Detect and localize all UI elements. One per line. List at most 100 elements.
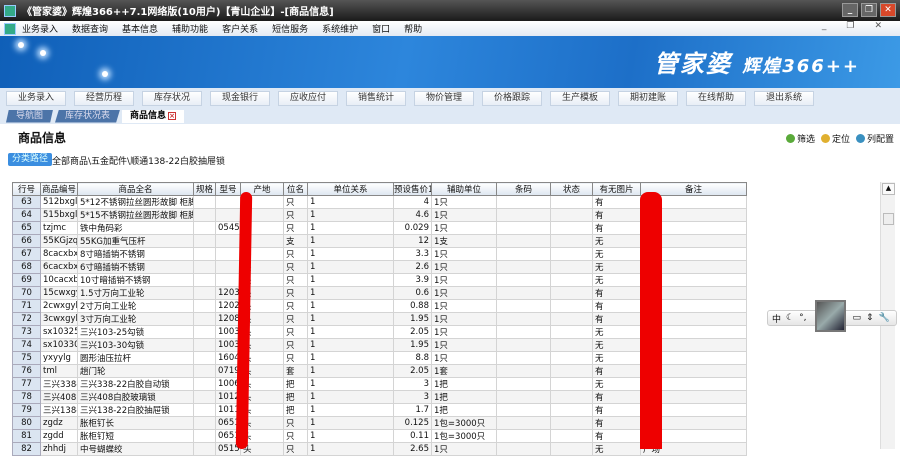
cell-6[interactable]: 只 <box>283 221 308 235</box>
cell-8[interactable]: 3.3 <box>393 247 432 261</box>
tool-1[interactable]: 定位 <box>820 132 850 145</box>
nav-button[interactable]: 物价管理 <box>414 90 474 106</box>
nav-button[interactable]: 生产模板 <box>550 90 610 106</box>
cell-2[interactable]: 三兴103-30勾锁 <box>77 338 194 352</box>
table-row[interactable]: 6910cacxbx10寸暗插销不锈钢头只13.91只无广场 <box>12 273 747 287</box>
cell-0[interactable]: 72 <box>12 312 41 326</box>
tab-product-info[interactable]: 商品信息 × <box>122 109 185 123</box>
cell-8[interactable]: 2.6 <box>393 260 432 274</box>
cell-8[interactable]: 0.11 <box>393 429 432 443</box>
table-row[interactable]: 723cwxgyl3寸万向工业轮1208头只11.951只有广场 <box>12 312 747 326</box>
cell-7[interactable]: 1 <box>307 416 394 430</box>
cell-7[interactable]: 1 <box>307 390 394 404</box>
cell-12[interactable]: 有 <box>592 312 641 326</box>
cell-9[interactable]: 1把 <box>431 390 497 404</box>
cell-11[interactable] <box>550 247 593 261</box>
column-header[interactable]: 商品编号 <box>40 182 78 196</box>
menu-item[interactable]: 数据查询 <box>72 25 108 35</box>
close-button[interactable]: ✕ <box>880 3 896 17</box>
cell-12[interactable]: 无 <box>592 377 641 391</box>
cell-8[interactable]: 2.05 <box>393 364 432 378</box>
cell-1[interactable]: 6cacxbxg <box>40 260 78 274</box>
cell-0[interactable]: 76 <box>12 364 41 378</box>
column-header[interactable]: 单位关系 <box>307 182 394 196</box>
cell-11[interactable] <box>550 234 593 248</box>
menu-item[interactable]: 帮助 <box>404 25 422 35</box>
cell-9[interactable]: 1只 <box>431 351 497 365</box>
cell-7[interactable]: 1 <box>307 247 394 261</box>
cell-3[interactable] <box>193 416 216 430</box>
keyboard-icon[interactable]: ▭ <box>852 313 861 323</box>
table-row[interactable]: 65tzjmc铁中角码彩0545头只10.0291只有广场 <box>12 221 747 235</box>
mdi-close-button[interactable]: ✕ <box>874 21 882 31</box>
tab-nav-map[interactable]: 导航图 <box>6 109 54 123</box>
cell-0[interactable]: 77 <box>12 377 41 391</box>
cell-10[interactable] <box>496 299 551 313</box>
cell-10[interactable] <box>496 221 551 235</box>
cell-0[interactable]: 64 <box>12 208 41 222</box>
cell-7[interactable]: 1 <box>307 312 394 326</box>
cell-2[interactable]: 10寸暗插销不锈钢 <box>77 273 194 287</box>
table-row[interactable]: 82 zhhdj 中号蝴蝶绞 0515 头只 1 2.65 1只无广场 <box>12 442 747 456</box>
cell-7[interactable]: 1 <box>307 325 394 339</box>
cell-10[interactable] <box>496 377 551 391</box>
menu-item[interactable]: 基本信息 <box>122 25 158 35</box>
cell-12[interactable]: 无 <box>592 338 641 352</box>
cell-10[interactable] <box>496 260 551 274</box>
cell-12[interactable]: 无 <box>592 260 641 274</box>
cell-12[interactable]: 有 <box>592 221 641 235</box>
punct-icon[interactable]: °, <box>799 313 806 323</box>
cell-7[interactable]: 1 <box>307 351 394 365</box>
cell-1[interactable]: 2cwxgyl <box>40 299 78 313</box>
cell-9[interactable]: 1只 <box>431 286 497 300</box>
cell-0[interactable]: 79 <box>12 403 41 417</box>
cell-11[interactable] <box>550 286 593 300</box>
cell-11[interactable] <box>550 390 593 404</box>
cell-2[interactable]: 三兴338-22白胶自动锁 <box>77 377 194 391</box>
cell-12[interactable]: 无 <box>592 247 641 261</box>
cell-0[interactable]: 63 <box>12 195 41 209</box>
cell-12[interactable]: 无 <box>592 351 641 365</box>
cell-8[interactable]: 0.125 <box>393 416 432 430</box>
restore-button[interactable]: ❐ <box>861 3 877 17</box>
wrench-icon[interactable]: 🔧 <box>879 313 890 323</box>
ime-mode[interactable]: 中 <box>772 312 781 325</box>
table-row[interactable]: 76tml趟门轮0719头套12.051套有广场 <box>12 364 747 378</box>
table-row[interactable]: 712cwxgyl2寸万向工业轮1202头只10.881只有广场 <box>12 299 747 313</box>
cell-7[interactable]: 1 <box>307 429 394 443</box>
cell-0[interactable]: 73 <box>12 325 41 339</box>
cell-3[interactable] <box>193 403 216 417</box>
cell-9[interactable]: 1支 <box>431 234 497 248</box>
cell-10[interactable] <box>496 416 551 430</box>
cell-0[interactable]: 82 <box>12 442 41 456</box>
cell-0[interactable]: 80 <box>12 416 41 430</box>
cell-0[interactable]: 81 <box>12 429 41 443</box>
mdi-restore-button[interactable]: ❐ <box>846 21 854 31</box>
table-row[interactable]: 7015cwxgyl1.5寸万向工业轮1203头只10.61只有广场 <box>12 286 747 300</box>
cell-6[interactable]: 把 <box>283 390 308 404</box>
cell-3[interactable] <box>193 234 216 248</box>
cell-12[interactable]: 有 <box>592 390 641 404</box>
cell-10[interactable] <box>496 286 551 300</box>
cell-10[interactable] <box>496 351 551 365</box>
cell-9[interactable]: 1只 <box>431 325 497 339</box>
cell-6[interactable]: 支 <box>283 234 308 248</box>
cell-10[interactable] <box>496 325 551 339</box>
cell-2[interactable]: 1.5寸万向工业轮 <box>77 286 194 300</box>
minimize-button[interactable]: _ <box>842 3 858 17</box>
cell-8[interactable]: 1.95 <box>393 338 432 352</box>
cell-6[interactable]: 只 <box>283 195 308 209</box>
cell-3[interactable] <box>193 208 216 222</box>
menu-item[interactable]: 系统维护 <box>322 25 358 35</box>
cell-11[interactable] <box>550 312 593 326</box>
cell-11[interactable] <box>550 299 593 313</box>
cell-3[interactable] <box>193 299 216 313</box>
cell-4[interactable]: 1203 <box>215 286 241 300</box>
cell-1[interactable]: 三兴338- <box>40 377 78 391</box>
cell-9[interactable]: 1只 <box>431 195 497 209</box>
cell-10[interactable] <box>496 208 551 222</box>
cell-11[interactable] <box>550 442 593 456</box>
cell-0[interactable]: 70 <box>12 286 41 300</box>
column-header[interactable]: 状态 <box>550 182 593 196</box>
cell-9[interactable]: 1把 <box>431 403 497 417</box>
